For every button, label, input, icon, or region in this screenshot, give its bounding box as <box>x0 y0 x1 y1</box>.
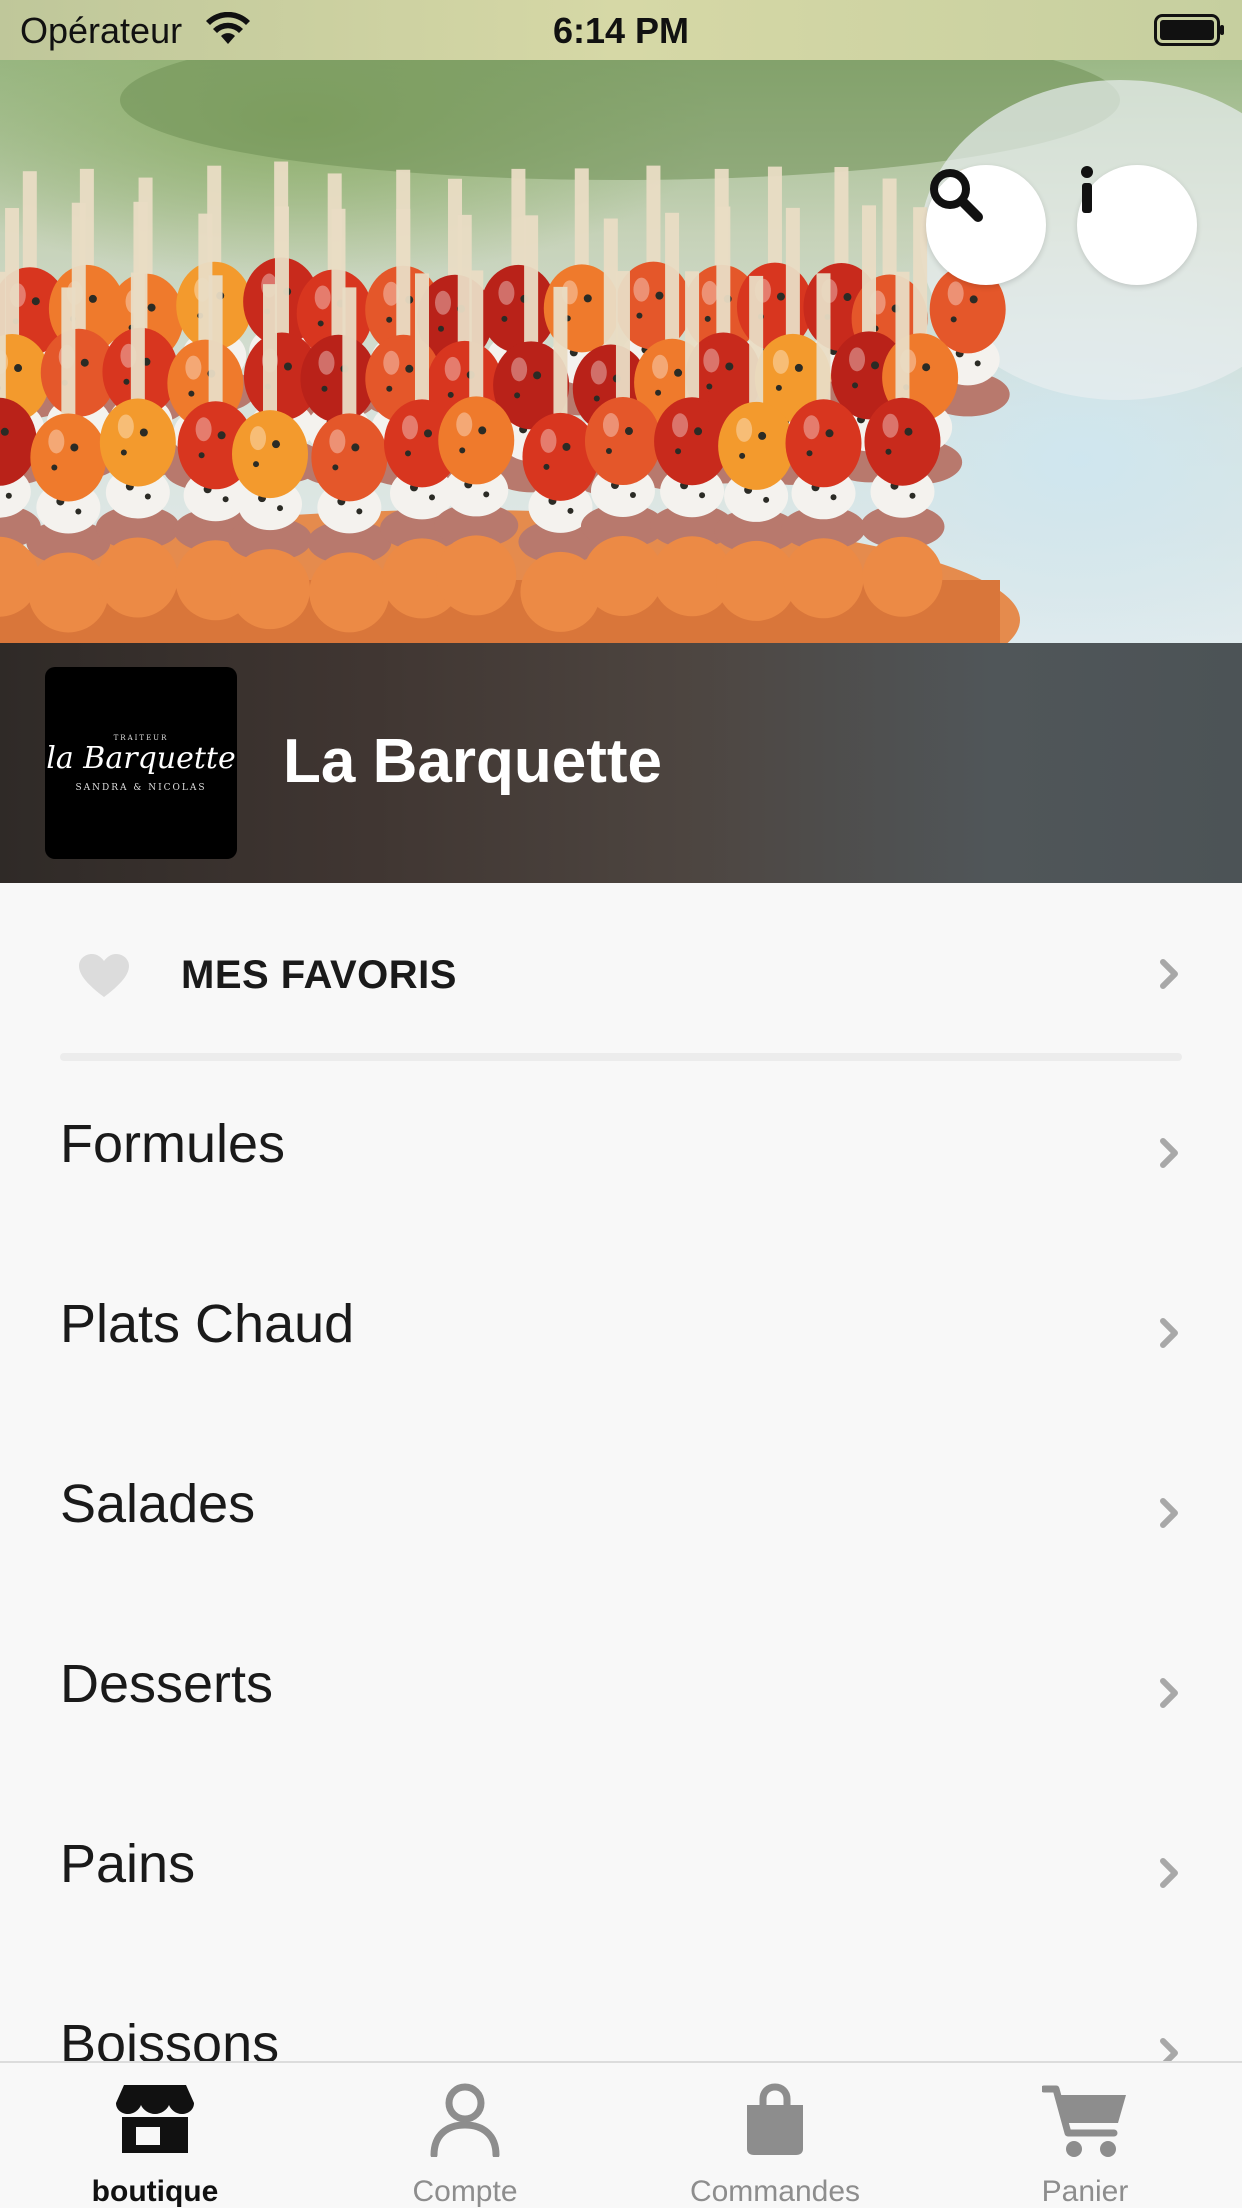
hero-image <box>0 60 1242 643</box>
tab-label: Compte <box>412 2175 518 2208</box>
store-icon <box>116 2085 194 2153</box>
logo-script: la Barquette <box>46 741 236 776</box>
bag-icon <box>747 2083 803 2155</box>
store-logo: TRAITEUR la Barquette SANDRA & NICOLAS <box>45 667 237 859</box>
search-icon <box>930 169 983 222</box>
search-button[interactable] <box>926 165 1046 285</box>
info-icon <box>1081 166 1093 213</box>
divider <box>60 1053 1182 1061</box>
category-row-pains[interactable]: Pains <box>0 1783 1242 1963</box>
tab-commandes[interactable]: Commandes <box>620 2063 930 2208</box>
category-label: Pains <box>60 1834 196 1894</box>
category-list[interactable]: MES FAVORIS Formules Plats Chaud Salades… <box>0 883 1242 2061</box>
category-row-desserts[interactable]: Desserts <box>0 1603 1242 1783</box>
status-bar: Opérateur 6:14 PM <box>0 0 1242 60</box>
cart-icon <box>1042 2085 1126 2157</box>
category-label: Boissons <box>60 2014 280 2061</box>
status-time: 6:14 PM <box>552 10 690 51</box>
category-label: Desserts <box>60 1654 274 1714</box>
chevron-right-icon <box>1160 1138 1178 1168</box>
tab-compte[interactable]: Compte <box>310 2063 620 2208</box>
tab-bar: boutique Compte Commandes Panier <box>0 2061 1242 2208</box>
logo-caption-bottom: SANDRA & NICOLAS <box>75 783 207 793</box>
category-row-plats-chaud[interactable]: Plats Chaud <box>0 1243 1242 1423</box>
skewers-photo <box>0 60 1242 643</box>
category-label: Plats Chaud <box>60 1294 355 1354</box>
favorites-label: MES FAVORIS <box>181 953 457 997</box>
category-label: Formules <box>60 1114 286 1174</box>
chevron-right-icon <box>1160 1318 1178 1348</box>
battery-icon <box>1154 14 1224 46</box>
chevron-right-icon <box>1160 1678 1178 1708</box>
user-icon <box>430 2083 500 2157</box>
tab-label: boutique <box>91 2175 219 2208</box>
category-row-boissons[interactable]: Boissons <box>0 1963 1242 2061</box>
chevron-right-icon <box>1160 1858 1178 1888</box>
heart-icon <box>79 954 129 997</box>
tab-label: Panier <box>1041 2175 1129 2208</box>
tab-label: Commandes <box>689 2175 861 2208</box>
category-row-formules[interactable]: Formules <box>0 1063 1242 1243</box>
category-row-salades[interactable]: Salades <box>0 1423 1242 1603</box>
category-label: Salades <box>60 1474 256 1534</box>
info-button[interactable] <box>1077 165 1197 285</box>
chevron-right-icon <box>1160 2038 1178 2061</box>
chevron-right-icon <box>1160 1498 1178 1528</box>
tab-boutique[interactable]: boutique <box>0 2063 310 2208</box>
tab-panier[interactable]: Panier <box>930 2063 1240 2208</box>
store-name: La Barquette <box>283 727 662 796</box>
chevron-right-icon <box>1160 959 1178 989</box>
favorites-row[interactable]: MES FAVORIS <box>0 883 1242 1063</box>
store-header: TRAITEUR la Barquette SANDRA & NICOLAS L… <box>0 643 1242 883</box>
